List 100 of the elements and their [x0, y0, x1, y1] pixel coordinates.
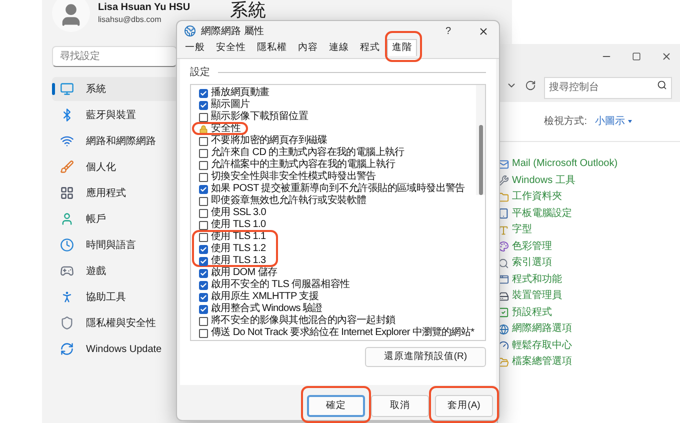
option-label: 允許來自 CD 的主動式內容在我的電腦上執行 [211, 148, 404, 158]
control-panel-link[interactable]: Windows 工具 [512, 174, 576, 187]
tab[interactable]: 安全性 [212, 39, 250, 56]
search-icon [657, 80, 667, 90]
nav-item[interactable]: 時間與語言 [52, 233, 202, 257]
nav-item[interactable]: 應用程式 [52, 181, 202, 205]
nav-item[interactable]: 隱私權與安全性 [52, 311, 202, 335]
control-panel-link[interactable]: 程式和功能 [512, 274, 562, 286]
drive-icon [498, 290, 509, 302]
control-panel-link[interactable]: 輕鬆存取中心 [512, 340, 572, 352]
dialog-button[interactable]: 套用(A) [435, 395, 493, 418]
tab[interactable]: 進階 [387, 38, 417, 56]
control-panel-link[interactable]: 字型 [512, 224, 532, 236]
nav-item[interactable]: 帳戶 [52, 207, 202, 231]
option-label: 使用 SSL 3.0 [211, 208, 266, 218]
option-label: 啟用整合式 Windows 驗證 [211, 304, 322, 314]
checkbox[interactable] [199, 88, 208, 98]
clock-icon [60, 238, 74, 252]
group-label: 設定 [190, 66, 210, 80]
person-icon [60, 212, 74, 226]
control-panel-link[interactable]: 索引選項 [512, 257, 552, 270]
checkbox[interactable] [199, 112, 208, 122]
globe-icon [498, 324, 509, 335]
nav-item[interactable]: 藍牙與裝置 [52, 103, 202, 127]
checkbox[interactable] [199, 316, 208, 326]
checkbox[interactable] [199, 208, 208, 218]
control-panel-link[interactable]: Mail (Microsoft Outlook) [512, 158, 618, 170]
view-by-dropdown[interactable]: 小圖示 [595, 114, 632, 129]
option-label: 傳送 Do Not Track 要求給位在 Internet Explorer 中瀏覽的網站* [211, 328, 474, 338]
nav-item[interactable]: 個人化 [52, 155, 202, 179]
option-label: 將不安全的影像與其他混合的內容一起封鎖 [211, 316, 396, 326]
control-panel-link[interactable]: 工作資料夾 [512, 191, 562, 204]
checkbox[interactable] [199, 100, 208, 110]
checkbox[interactable] [199, 232, 208, 242]
caret-icon [628, 120, 632, 123]
option-label: 即使簽章無效也允許執行或安裝軟體 [211, 196, 366, 206]
option-label: 如果 POST 提交被重新導向到不允許張貼的區域時發出警告 [211, 184, 465, 194]
nav-item[interactable]: 協助工具 [52, 285, 202, 309]
control-panel-link[interactable]: 平板電腦設定 [512, 208, 572, 220]
tab[interactable]: 一般 [181, 39, 209, 56]
checkbox[interactable] [199, 280, 208, 290]
checkbox[interactable] [199, 244, 208, 254]
option-label: 啟用不安全的 TLS 伺服器相容性 [211, 280, 350, 290]
refresh-icon[interactable] [525, 80, 536, 90]
shield-icon [60, 316, 74, 330]
close-icon[interactable] [478, 26, 489, 36]
search-field[interactable]: 尋找設定 [52, 46, 177, 67]
wifi-icon [60, 134, 74, 148]
control-panel-link[interactable]: 裝置管理員 [512, 290, 562, 302]
scrollbar-thumb[interactable] [478, 125, 482, 195]
option-label: 啟用 DOM 儲存 [211, 268, 278, 278]
search-field[interactable]: 搜尋控制台 [544, 76, 672, 98]
tab[interactable]: 內容 [294, 39, 322, 56]
gamepad-icon [60, 264, 74, 278]
checkbox[interactable] [199, 328, 208, 338]
checkbox[interactable] [199, 184, 208, 194]
palette-icon [498, 241, 509, 252]
option-label: 啟用原生 XMLHTTP 支援 [211, 292, 319, 302]
window-title: 網際網路 屬性 [201, 24, 265, 38]
monitor-icon [60, 82, 74, 96]
checkbox[interactable] [199, 160, 208, 170]
checkbox[interactable] [199, 268, 208, 278]
checkbox[interactable] [199, 136, 208, 146]
control-panel-link[interactable]: 色彩管理 [512, 240, 552, 253]
checkbox[interactable] [199, 220, 208, 230]
user-name: Lisa Hsuan Yu HSU [98, 2, 190, 14]
option-label: 使用 TLS 1.2 [211, 244, 266, 254]
checkbox[interactable] [199, 148, 208, 158]
control-panel-link[interactable]: 預設程式 [512, 306, 552, 319]
nav-item[interactable]: 網路和網際網路 [52, 129, 202, 153]
accessibility-icon [60, 290, 74, 304]
user-email: lisahsu@dbs.com [98, 14, 162, 24]
tab[interactable]: 連線 [325, 39, 353, 56]
scrollbar[interactable] [476, 85, 485, 195]
checkbox[interactable] [199, 196, 208, 206]
nav-item[interactable]: 遊戲 [52, 259, 202, 283]
option-label: 允許檔案中的主動式內容在我的電腦上執行 [211, 160, 396, 170]
checkbox[interactable] [199, 256, 208, 266]
maximize-icon[interactable] [632, 52, 641, 60]
help-button[interactable]: ? [445, 24, 451, 38]
close-icon[interactable] [661, 50, 672, 62]
tablet-icon [498, 208, 509, 220]
dialog-button[interactable]: 確定 [307, 395, 365, 418]
control-panel-link[interactable]: 檔案總管選項 [512, 356, 572, 368]
option-label: 播放網頁動畫 [211, 88, 270, 98]
nav-item[interactable]: Windows Update [52, 337, 202, 361]
letter-icon [498, 224, 509, 236]
checkbox[interactable] [199, 172, 208, 182]
checkbox[interactable] [199, 292, 208, 302]
tab[interactable]: 隱私權 [253, 39, 291, 56]
option-label: 顯示圖片 [211, 100, 250, 110]
dialog-button[interactable]: 取消 [371, 395, 429, 418]
control-panel-link[interactable]: 網際網路選項 [512, 323, 572, 336]
wrench-icon [498, 175, 509, 186]
view-by-label: 檢視方式: [544, 114, 587, 129]
option-label: 切換安全性與非安全性模式時發出警告 [211, 172, 376, 182]
tab[interactable]: 程式 [356, 39, 384, 56]
lock-icon [199, 124, 208, 134]
reset-button[interactable]: 還原進階預設值(R) [365, 347, 486, 367]
checkbox[interactable] [199, 304, 208, 314]
